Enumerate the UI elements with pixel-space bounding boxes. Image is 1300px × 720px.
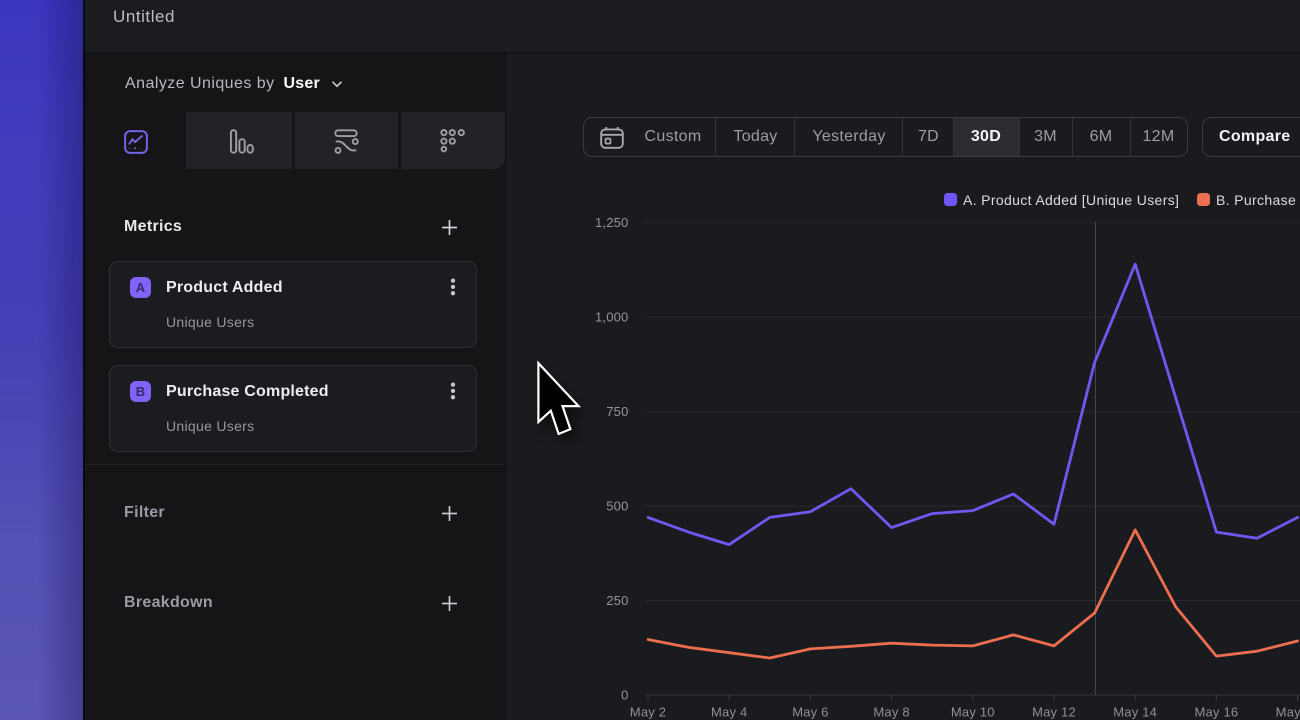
svg-text:May 18: May 18 <box>1276 705 1300 720</box>
svg-text:May 10: May 10 <box>951 705 995 720</box>
svg-text:May 16: May 16 <box>1194 705 1238 720</box>
svg-text:500: 500 <box>606 499 628 514</box>
svg-text:May 8: May 8 <box>873 705 909 720</box>
svg-text:1,000: 1,000 <box>595 310 629 325</box>
svg-text:May 14: May 14 <box>1113 705 1157 720</box>
svg-text:May 4: May 4 <box>711 705 747 720</box>
svg-text:May 2: May 2 <box>630 705 666 720</box>
svg-text:0: 0 <box>621 688 628 703</box>
svg-text:250: 250 <box>606 593 628 608</box>
svg-text:750: 750 <box>606 404 628 419</box>
svg-text:1,250: 1,250 <box>595 215 629 230</box>
svg-text:May 12: May 12 <box>1032 705 1076 720</box>
svg-text:May 6: May 6 <box>792 705 828 720</box>
